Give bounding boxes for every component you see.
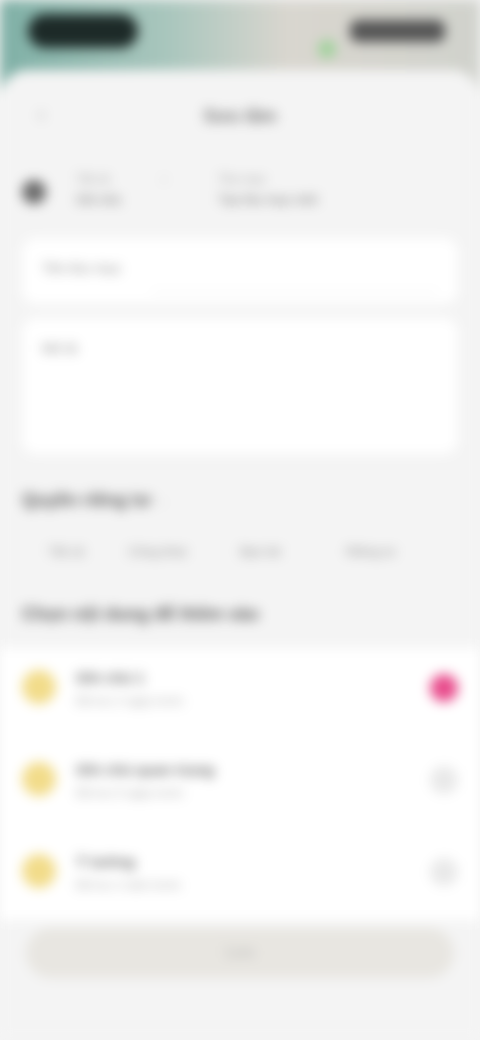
tab-public[interactable]: Công khai [128, 544, 187, 559]
save-button[interactable]: Lưu [26, 928, 454, 978]
status-pill [28, 14, 138, 48]
name-field-card[interactable]: Tên thư mục [22, 238, 458, 304]
tab-friends[interactable]: Bạn bè [240, 544, 281, 559]
item-icon [22, 670, 56, 704]
breadcrumb-separator: › [162, 172, 166, 186]
select-toggle[interactable] [430, 858, 458, 886]
item-icon [22, 762, 56, 796]
name-field-label: Tên thư mục [42, 260, 122, 276]
description-field-label: Mô tả [42, 340, 78, 356]
status-indicator [318, 40, 336, 58]
item-subtitle: Đã lưu 2 ngày trước [76, 694, 184, 708]
item-title: Ghi chú 1 [76, 670, 145, 687]
select-toggle[interactable] [430, 766, 458, 794]
item-subtitle: Đã lưu 5 ngày trước [76, 786, 184, 800]
folder-icon [22, 180, 46, 204]
page-title: Sưu tầm [203, 106, 277, 126]
blurred-screen: ‹ Sưu tầm Tất cả Ghi chú › Thư mục Tạo t… [0, 0, 480, 1040]
content-section-title: Chọn nội dung để thêm vào [22, 604, 259, 624]
nav-bar: ‹ Sưu tầm [0, 88, 480, 144]
breadcrumb-item[interactable]: Thư mục Tạo thư mục mới [218, 172, 318, 207]
breadcrumb-item[interactable]: Tất cả Ghi chú [76, 172, 121, 207]
status-icons [350, 20, 445, 42]
tab-private[interactable]: Riêng tư [346, 544, 396, 559]
list-item[interactable]: Ý tưởng Đã lưu 1 tuần trước [0, 832, 480, 922]
select-toggle[interactable] [430, 674, 458, 702]
item-icon [22, 854, 56, 888]
item-title: Ý tưởng [76, 854, 136, 871]
list-item[interactable]: Ghi chú 1 Đã lưu 2 ngày trước [0, 648, 480, 738]
item-subtitle: Đã lưu 1 tuần trước [76, 878, 182, 892]
item-title: Ghi chú quan trọng [76, 762, 215, 779]
name-field-input[interactable] [152, 292, 438, 293]
list-item[interactable]: Ghi chú quan trọng Đã lưu 5 ngày trước [0, 740, 480, 830]
description-field-card[interactable]: Mô tả [22, 318, 458, 454]
privacy-section-title[interactable]: Quyền riêng tư › [22, 490, 163, 511]
content-list: Ghi chú 1 Đã lưu 2 ngày trước Ghi chú qu… [0, 648, 480, 920]
breadcrumb: Tất cả Ghi chú › Thư mục Tạo thư mục mới [22, 172, 462, 212]
tab-all[interactable]: Tất cả [48, 544, 84, 559]
privacy-tabs: Tất cả Công khai Bạn bè Riêng tư [22, 538, 458, 568]
